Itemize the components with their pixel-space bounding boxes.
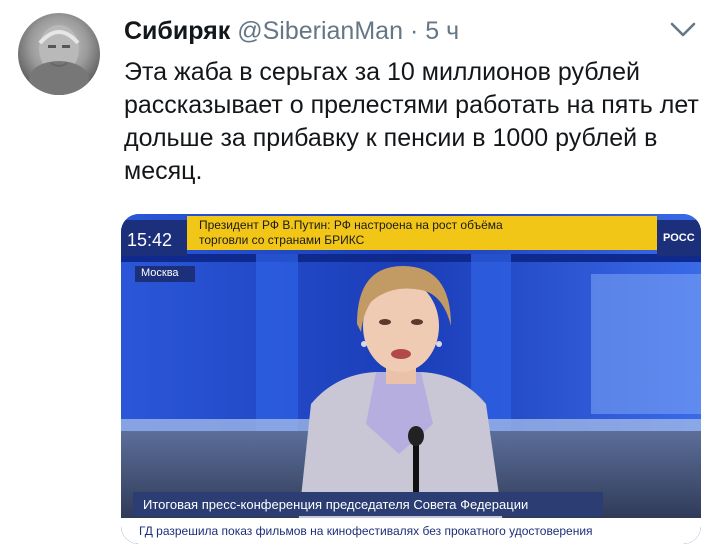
- author-name[interactable]: Сибиряк: [124, 17, 230, 45]
- avatar[interactable]: [18, 13, 100, 95]
- tv-headline-line1: Президент РФ В.Путин: РФ настроена на ро…: [199, 218, 503, 232]
- tv-caption: Итоговая пресс-конференция председателя …: [143, 497, 529, 512]
- separator: ·: [409, 17, 419, 45]
- author-handle[interactable]: @SiberianMan: [237, 17, 403, 45]
- tv-ticker: ГД разрешила показ фильмов на кинофестив…: [139, 524, 593, 538]
- chevron-down-icon[interactable]: [668, 18, 698, 40]
- tweet-media[interactable]: 15:42 Президент РФ В.Путин: РФ настроена…: [121, 214, 701, 544]
- tv-city: Москва: [141, 267, 179, 279]
- tv-clock: 15:42: [127, 230, 173, 250]
- tv-frame-image: [121, 214, 701, 544]
- tweet-header: Сибиряк @SiberianMan · 5 ч: [124, 16, 459, 46]
- tweet-time[interactable]: 5 ч: [425, 17, 459, 45]
- tv-channel-logo: РОСС: [663, 232, 695, 244]
- tweet-text: Эта жаба в серьгах за 10 миллионов рубле…: [124, 58, 699, 185]
- tv-headline-line2: торговли со странами БРИКС: [199, 233, 365, 247]
